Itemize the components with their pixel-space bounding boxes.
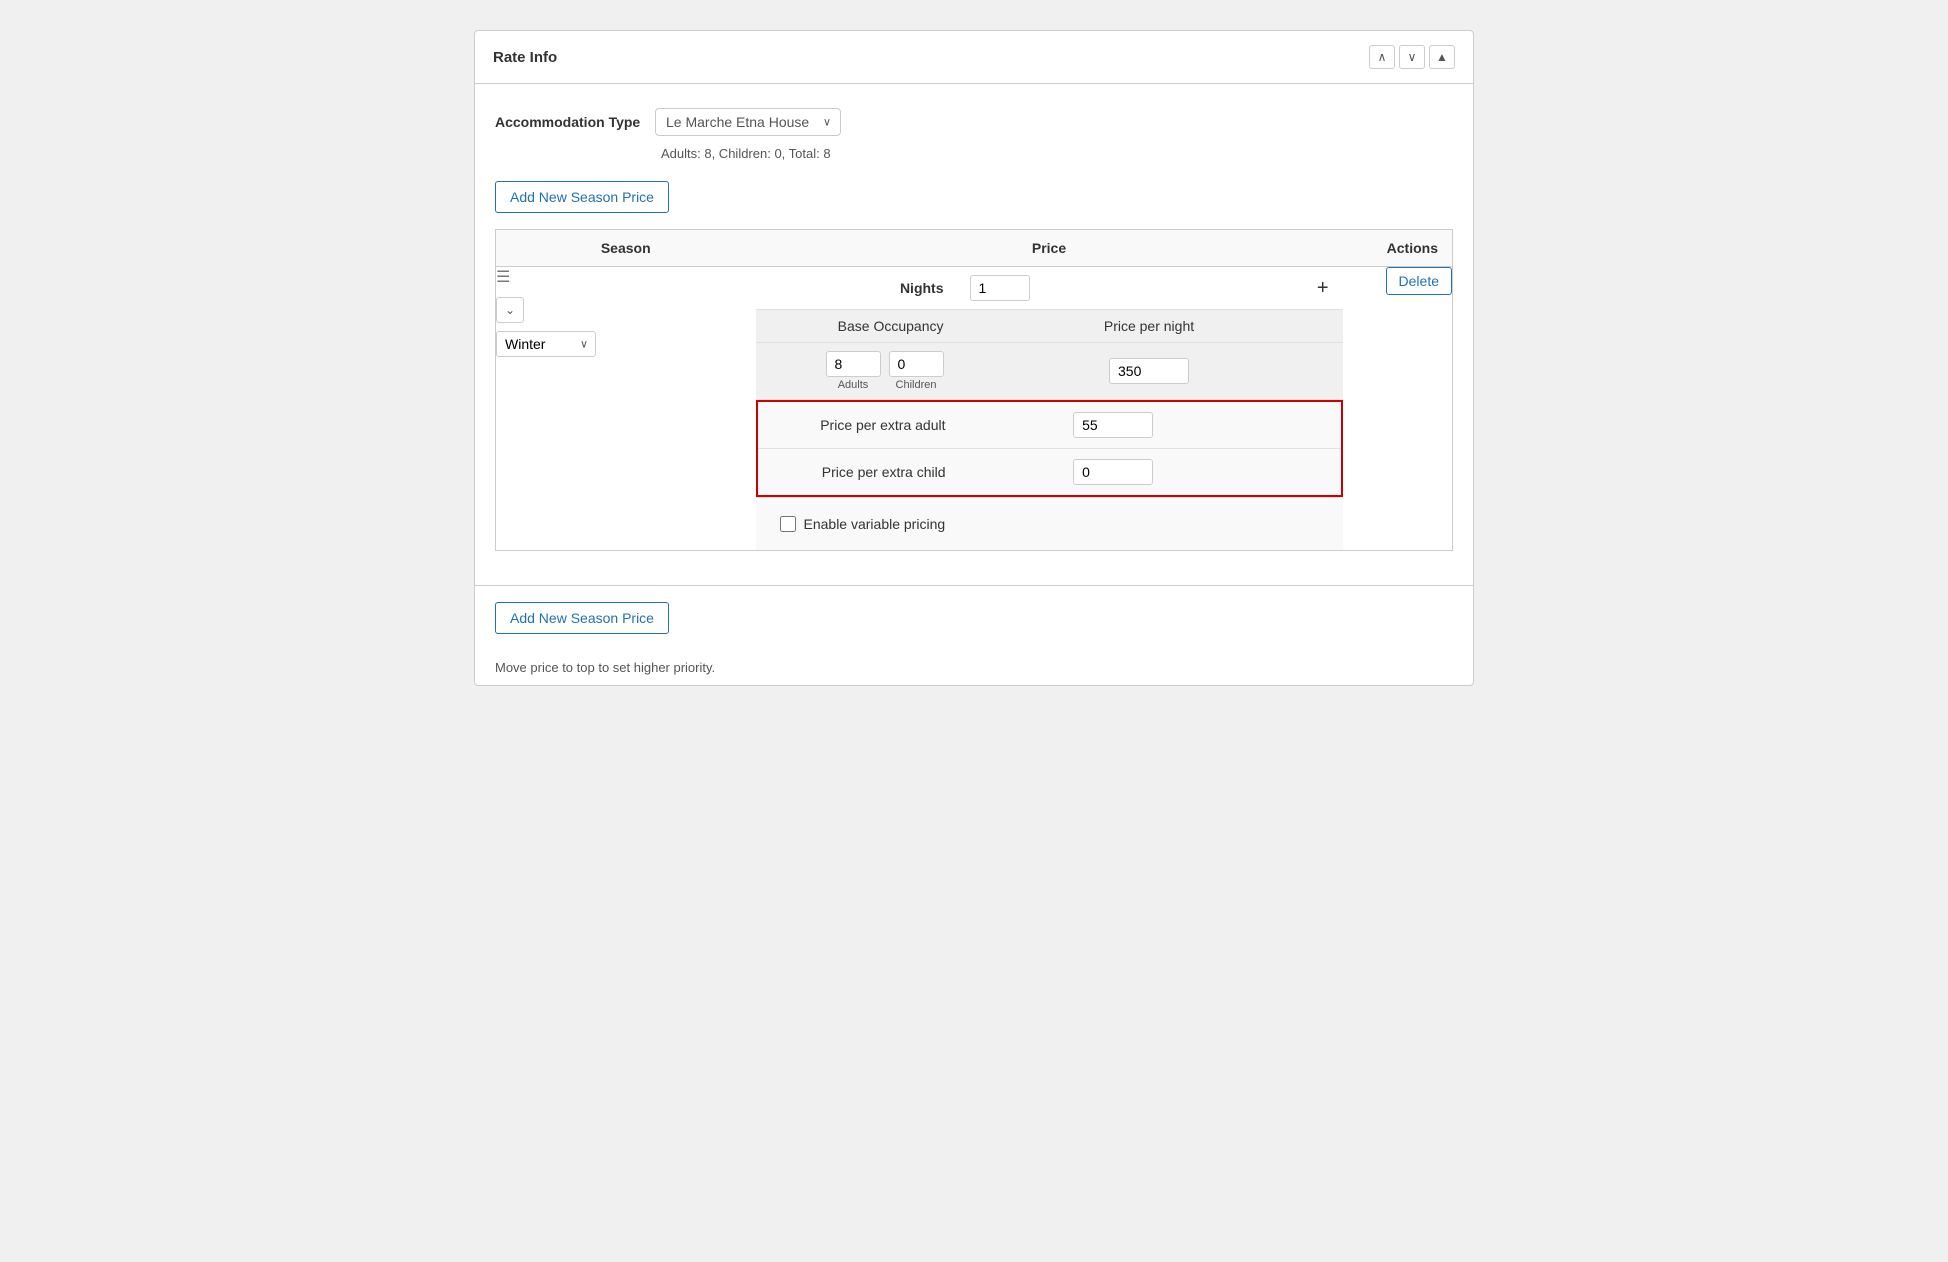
base-occupancy-header-row: Base Occupancy Price per night	[756, 310, 1343, 343]
children-label: Children	[889, 351, 944, 391]
price-per-night-label: Price per night	[956, 310, 1343, 343]
accommodation-type-label: Accommodation Type	[495, 114, 655, 130]
panel-body: Accommodation Type Le Marche Etna House …	[475, 84, 1473, 585]
price-cell: Nights + Base Occupancy Price per n	[756, 267, 1343, 551]
footer-note: Move price to top to set higher priority…	[495, 660, 1453, 675]
season-cell: ☰ ⌄ Winter	[496, 267, 756, 551]
extra-adult-label: Price per extra adult	[758, 402, 958, 449]
scroll-up-button[interactable]: ∧	[1369, 45, 1395, 69]
panel-footer: Add New Season Price Move price to top t…	[475, 585, 1473, 685]
delete-button[interactable]: Delete	[1386, 267, 1452, 295]
nights-input-cell	[956, 267, 1225, 310]
collapse-button[interactable]: ▲	[1429, 45, 1455, 69]
nights-input[interactable]	[970, 275, 1030, 301]
actions-column-header: Actions	[1343, 230, 1453, 267]
panel-title: Rate Info	[493, 49, 557, 66]
price-per-night-value-cell	[956, 343, 1343, 400]
scroll-down-button[interactable]: ∨	[1399, 45, 1425, 69]
children-input[interactable]	[889, 351, 944, 377]
extra-adult-input[interactable]	[1073, 412, 1153, 438]
extra-adult-row: Price per extra adult	[758, 402, 1341, 449]
rate-info-panel: Rate Info ∧ ∨ ▲ Accommodation Type Le Ma…	[474, 30, 1474, 686]
adults-children-cell: Adults Children	[756, 343, 956, 400]
extra-child-input-cell	[958, 449, 1269, 496]
nights-row: Nights +	[756, 267, 1343, 310]
extra-child-row: Price per extra child	[758, 449, 1341, 496]
table-header-row: Season Price Actions	[496, 230, 1453, 267]
season-select-wrapper: Winter	[496, 331, 596, 357]
panel-header: Rate Info ∧ ∨ ▲	[475, 31, 1473, 84]
extra-pricing-inner-table: Price per extra adult	[758, 402, 1341, 495]
add-season-price-button-bottom[interactable]: Add New Season Price	[495, 602, 669, 634]
season-cell-inner: ☰ ⌄ Winter	[496, 267, 756, 357]
base-occupancy-label: Base Occupancy	[756, 310, 956, 343]
expand-button[interactable]: ⌄	[496, 297, 524, 323]
price-column-header: Price	[756, 230, 1343, 267]
adults-children-inputs: Adults Children	[768, 351, 944, 391]
extra-child-label: Price per extra child	[758, 449, 958, 496]
table-row: ☰ ⌄ Winter	[496, 267, 1453, 551]
add-season-price-button-top[interactable]: Add New Season Price	[495, 181, 669, 213]
adults-label: Adults	[826, 351, 881, 391]
variable-pricing-inner: Enable variable pricing	[768, 506, 1331, 542]
extra-adult-input-cell	[958, 402, 1269, 449]
occupancy-info: Adults: 8, Children: 0, Total: 8	[661, 146, 1453, 161]
adults-input[interactable]	[826, 351, 881, 377]
accommodation-type-select[interactable]: Le Marche Etna House	[655, 108, 841, 136]
variable-pricing-label[interactable]: Enable variable pricing	[804, 516, 946, 532]
season-column-header: Season	[496, 230, 756, 267]
price-per-night-input[interactable]	[1109, 358, 1189, 384]
variable-pricing-row: Enable variable pricing	[756, 498, 1343, 551]
extra-pricing-row: Price per extra adult	[756, 400, 1343, 498]
extra-pricing-section: Price per extra adult	[756, 400, 1343, 497]
price-table: Season Price Actions ☰ ⌄ Winter	[495, 229, 1453, 551]
extra-child-input[interactable]	[1073, 459, 1153, 485]
accommodation-dropdown-wrapper: Le Marche Etna House	[655, 108, 841, 136]
add-nights-button[interactable]: +	[1225, 267, 1343, 310]
nights-label: Nights	[756, 267, 956, 310]
season-select[interactable]: Winter	[496, 331, 596, 357]
adults-children-row: Adults Children	[756, 343, 1343, 400]
accommodation-type-row: Accommodation Type Le Marche Etna House	[495, 108, 1453, 136]
variable-pricing-checkbox[interactable]	[780, 516, 796, 532]
price-inner-table: Nights + Base Occupancy Price per n	[756, 267, 1343, 550]
actions-cell: Delete	[1343, 267, 1453, 551]
panel-controls: ∧ ∨ ▲	[1369, 45, 1455, 69]
drag-handle-icon[interactable]: ☰	[496, 267, 510, 287]
